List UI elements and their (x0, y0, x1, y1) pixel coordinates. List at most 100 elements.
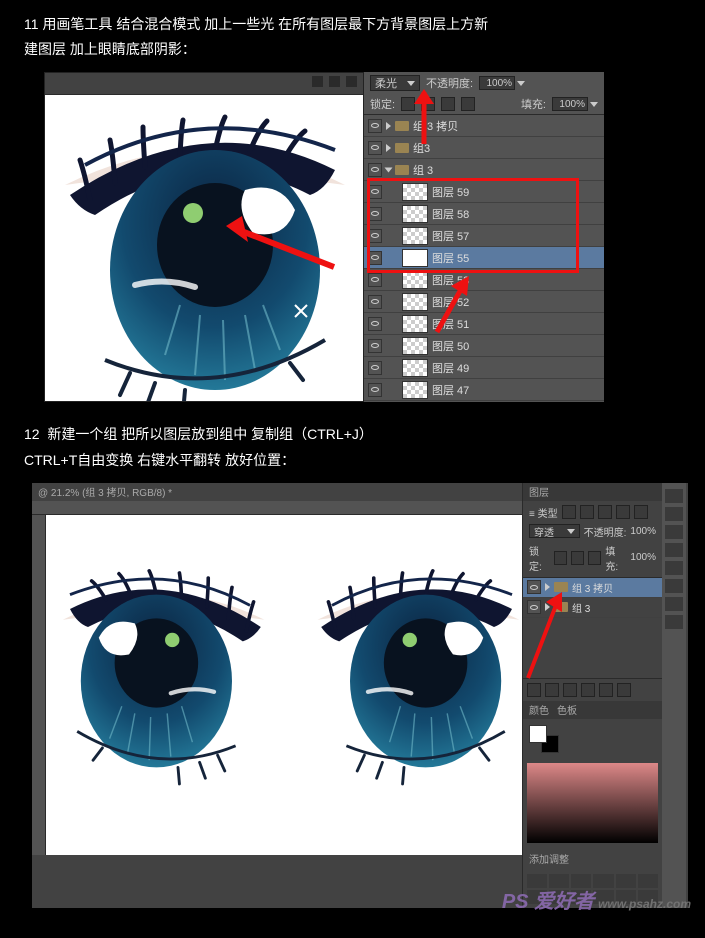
visibility-toggle[interactable] (368, 273, 382, 287)
blend-mode-dropdown[interactable]: 穿透 (529, 524, 580, 538)
opacity-label: 不透明度: (426, 75, 473, 91)
layer-thumbnail (402, 183, 428, 201)
watermark: PS 爱好者www.psahz.com (502, 885, 691, 914)
layer-group-row[interactable]: 组 3 拷贝 (364, 115, 604, 137)
filter-adjust-icon[interactable] (580, 505, 594, 519)
canvas-area (44, 72, 364, 402)
visibility-toggle[interactable] (368, 229, 382, 243)
group-icon[interactable] (581, 683, 595, 697)
canvas-area (46, 515, 522, 855)
color-swatch[interactable] (523, 719, 662, 759)
lock-position-icon[interactable] (441, 97, 455, 111)
step-12-text: 12 新建一个组 把所以图层放到组中 复制组（CTRL+J） CTRL+T自由变… (24, 422, 681, 472)
document-tabbar (45, 73, 363, 95)
lock-icon[interactable] (588, 551, 601, 565)
layer-row[interactable]: 图层 59 (364, 181, 604, 203)
layer-thumbnail (402, 315, 428, 333)
visibility-toggle[interactable] (368, 251, 382, 265)
folder-icon (554, 602, 568, 612)
collapsed-panel-strip (662, 483, 686, 908)
layer-group-row[interactable]: 组 3 (364, 159, 604, 181)
screenshot-1: 柔光 不透明度: 锁定: 填充: 组 3 拷贝 组3 (44, 72, 604, 402)
layer-thumbnail (402, 271, 428, 289)
visibility-toggle[interactable] (368, 383, 382, 397)
visibility-toggle[interactable] (368, 207, 382, 221)
lock-transparency-icon[interactable] (401, 97, 415, 111)
visibility-toggle[interactable] (368, 163, 382, 177)
layers-panel: 柔光 不透明度: 锁定: 填充: 组 3 拷贝 组3 (364, 72, 604, 402)
step-11-text: 11 用画笔工具 结合混合模式 加上一些光 在所有图层最下方背景图层上方新 建图… (24, 12, 681, 62)
layer-row[interactable]: 图层 47 (364, 379, 604, 401)
layer-row[interactable]: 图层 53 (364, 269, 604, 291)
layer-thumbnail (402, 359, 428, 377)
layer-thumbnail (402, 227, 428, 245)
adjustments-label: 添加调整 (523, 847, 662, 870)
visibility-toggle[interactable] (368, 361, 382, 375)
layer-group-row[interactable]: 组 3 (523, 598, 662, 618)
layer-row[interactable]: 图层 49 (364, 357, 604, 379)
panel-icon[interactable] (665, 597, 683, 611)
color-picker[interactable] (527, 763, 658, 843)
layer-row[interactable]: 图层 52 (364, 291, 604, 313)
step-num: 11 (24, 16, 39, 32)
panel-icon[interactable] (665, 579, 683, 593)
visibility-toggle[interactable] (368, 141, 382, 155)
visibility-toggle[interactable] (368, 119, 382, 133)
lock-label: 锁定: (370, 96, 395, 112)
new-layer-icon[interactable] (599, 683, 613, 697)
visibility-toggle[interactable] (368, 185, 382, 199)
filter-shape-icon[interactable] (616, 505, 630, 519)
folder-icon (395, 143, 409, 153)
mask-icon[interactable] (545, 683, 559, 697)
folder-icon (395, 165, 409, 175)
screenshot-2: @ 21.2% (组 3 拷贝, RGB/8) * (32, 483, 688, 908)
folder-icon (554, 582, 568, 592)
panel-icon[interactable] (665, 507, 683, 521)
layer-row-selected[interactable]: 图层 55 (364, 247, 604, 269)
document-tab[interactable]: @ 21.2% (组 3 拷贝, RGB/8) * (32, 483, 522, 501)
lock-all-icon[interactable] (461, 97, 475, 111)
fx-icon[interactable] (527, 683, 541, 697)
color-panel-tabs[interactable]: 颜色色板 (523, 701, 662, 719)
layer-thumbnail (402, 293, 428, 311)
layer-row[interactable]: 图层 50 (364, 335, 604, 357)
blend-mode-dropdown[interactable]: 柔光 (370, 75, 420, 91)
step-num: 12 (24, 426, 40, 442)
fill-label: 填充: (521, 96, 546, 112)
adjust-icon[interactable] (563, 683, 577, 697)
layer-row[interactable]: 图层 51 (364, 313, 604, 335)
filter-text-icon[interactable] (598, 505, 612, 519)
layer-group-row[interactable]: 组3 (364, 137, 604, 159)
trash-icon[interactable] (617, 683, 631, 697)
layer-row[interactable]: 图层 57 (364, 225, 604, 247)
layer-thumbnail (402, 337, 428, 355)
layer-group-row-selected[interactable]: 组 3 拷贝 (523, 578, 662, 598)
panel-icon[interactable] (665, 561, 683, 575)
visibility-toggle[interactable] (368, 295, 382, 309)
fill-input[interactable] (552, 97, 588, 111)
layer-thumbnail (402, 205, 428, 223)
lock-icon[interactable] (554, 551, 567, 565)
lock-pixels-icon[interactable] (421, 97, 435, 111)
lock-icon[interactable] (571, 551, 584, 565)
ruler-vertical (32, 515, 46, 855)
visibility-toggle[interactable] (527, 580, 541, 594)
ruler-horizontal (32, 501, 522, 515)
filter-smart-icon[interactable] (634, 505, 648, 519)
panel-tabs[interactable]: 图层 (523, 483, 662, 501)
opacity-input[interactable] (479, 76, 515, 90)
panel-icon[interactable] (665, 543, 683, 557)
visibility-toggle[interactable] (368, 339, 382, 353)
filter-pixel-icon[interactable] (562, 505, 576, 519)
layer-thumbnail (402, 249, 428, 267)
visibility-toggle[interactable] (368, 317, 382, 331)
layer-row[interactable]: 图层 58 (364, 203, 604, 225)
eye-drawing-left (45, 95, 363, 401)
panel-icon[interactable] (665, 525, 683, 539)
visibility-toggle[interactable] (527, 600, 541, 614)
folder-icon (395, 121, 409, 131)
panel-icon[interactable] (665, 489, 683, 503)
window-controls[interactable] (312, 76, 357, 87)
panel-icon[interactable] (665, 615, 683, 629)
layer-thumbnail (402, 381, 428, 399)
